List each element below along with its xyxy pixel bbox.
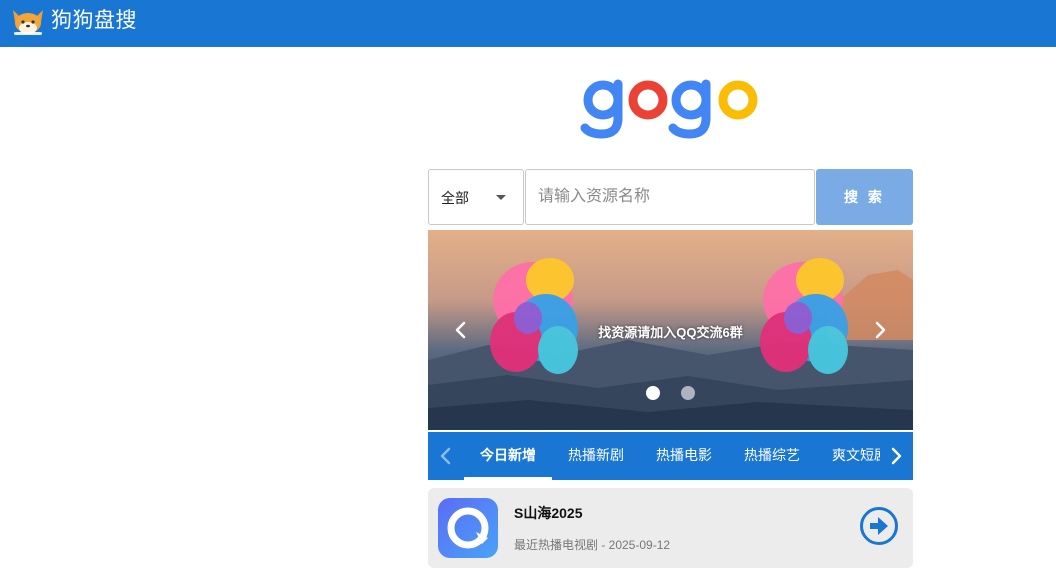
category-selected-label: 全部 — [441, 190, 469, 206]
category-select[interactable]: 全部 — [428, 169, 524, 225]
result-title[interactable]: S山海2025 — [514, 503, 582, 523]
chevron-right-icon[interactable] — [868, 318, 892, 342]
active-tab-indicator — [464, 477, 552, 480]
category-tabs: 今日新增 热播新剧 热播电影 热播综艺 爽文短剧 — [428, 432, 913, 480]
carousel-dot-2[interactable] — [681, 386, 695, 400]
cloud-drive-app-icon — [438, 498, 498, 558]
chevron-down-icon — [496, 195, 506, 200]
search-button[interactable]: 搜 索 — [816, 169, 913, 225]
list-item[interactable]: S山海2025 最近热播电视剧 - 2025-09-12 — [428, 488, 913, 568]
tab-hot-movies[interactable]: 热播电影 — [640, 432, 728, 480]
search-bar: 全部 搜 索 — [428, 169, 913, 225]
chevron-right-icon[interactable] — [884, 444, 908, 468]
result-meta: 最近热播电视剧 - 2025-09-12 — [514, 538, 671, 552]
gogo-logo — [580, 79, 758, 139]
logo-letter-o2 — [718, 80, 758, 120]
logo-letter-g1 — [580, 79, 623, 139]
search-input[interactable] — [525, 169, 815, 225]
arrow-right-circle-icon[interactable] — [858, 505, 900, 547]
banner-mascot-left — [490, 258, 578, 374]
carousel-dot-1[interactable] — [646, 386, 660, 400]
corgi-logo-icon[interactable] — [11, 8, 45, 36]
chevron-left-icon[interactable] — [434, 444, 458, 468]
site-title[interactable]: 狗狗盘搜 — [51, 8, 137, 34]
logo-letter-o1 — [628, 80, 668, 120]
banner-mascot-right — [760, 258, 848, 374]
tab-hot-variety[interactable]: 热播综艺 — [728, 432, 816, 480]
top-bar: 狗狗盘搜 — [0, 0, 1056, 47]
chevron-left-icon[interactable] — [449, 318, 473, 342]
tab-hot-series[interactable]: 热播新剧 — [552, 432, 640, 480]
tab-short-drama[interactable]: 爽文短剧 — [816, 432, 880, 480]
logo-letter-g2 — [668, 79, 711, 139]
banner-caption: 找资源请加入QQ交流6群 — [598, 325, 743, 340]
banner-carousel[interactable]: 找资源请加入QQ交流6群 — [428, 230, 913, 430]
tab-list: 今日新增 热播新剧 热播电影 热播综艺 爽文短剧 — [464, 432, 880, 480]
tab-today-new[interactable]: 今日新增 — [464, 432, 552, 480]
